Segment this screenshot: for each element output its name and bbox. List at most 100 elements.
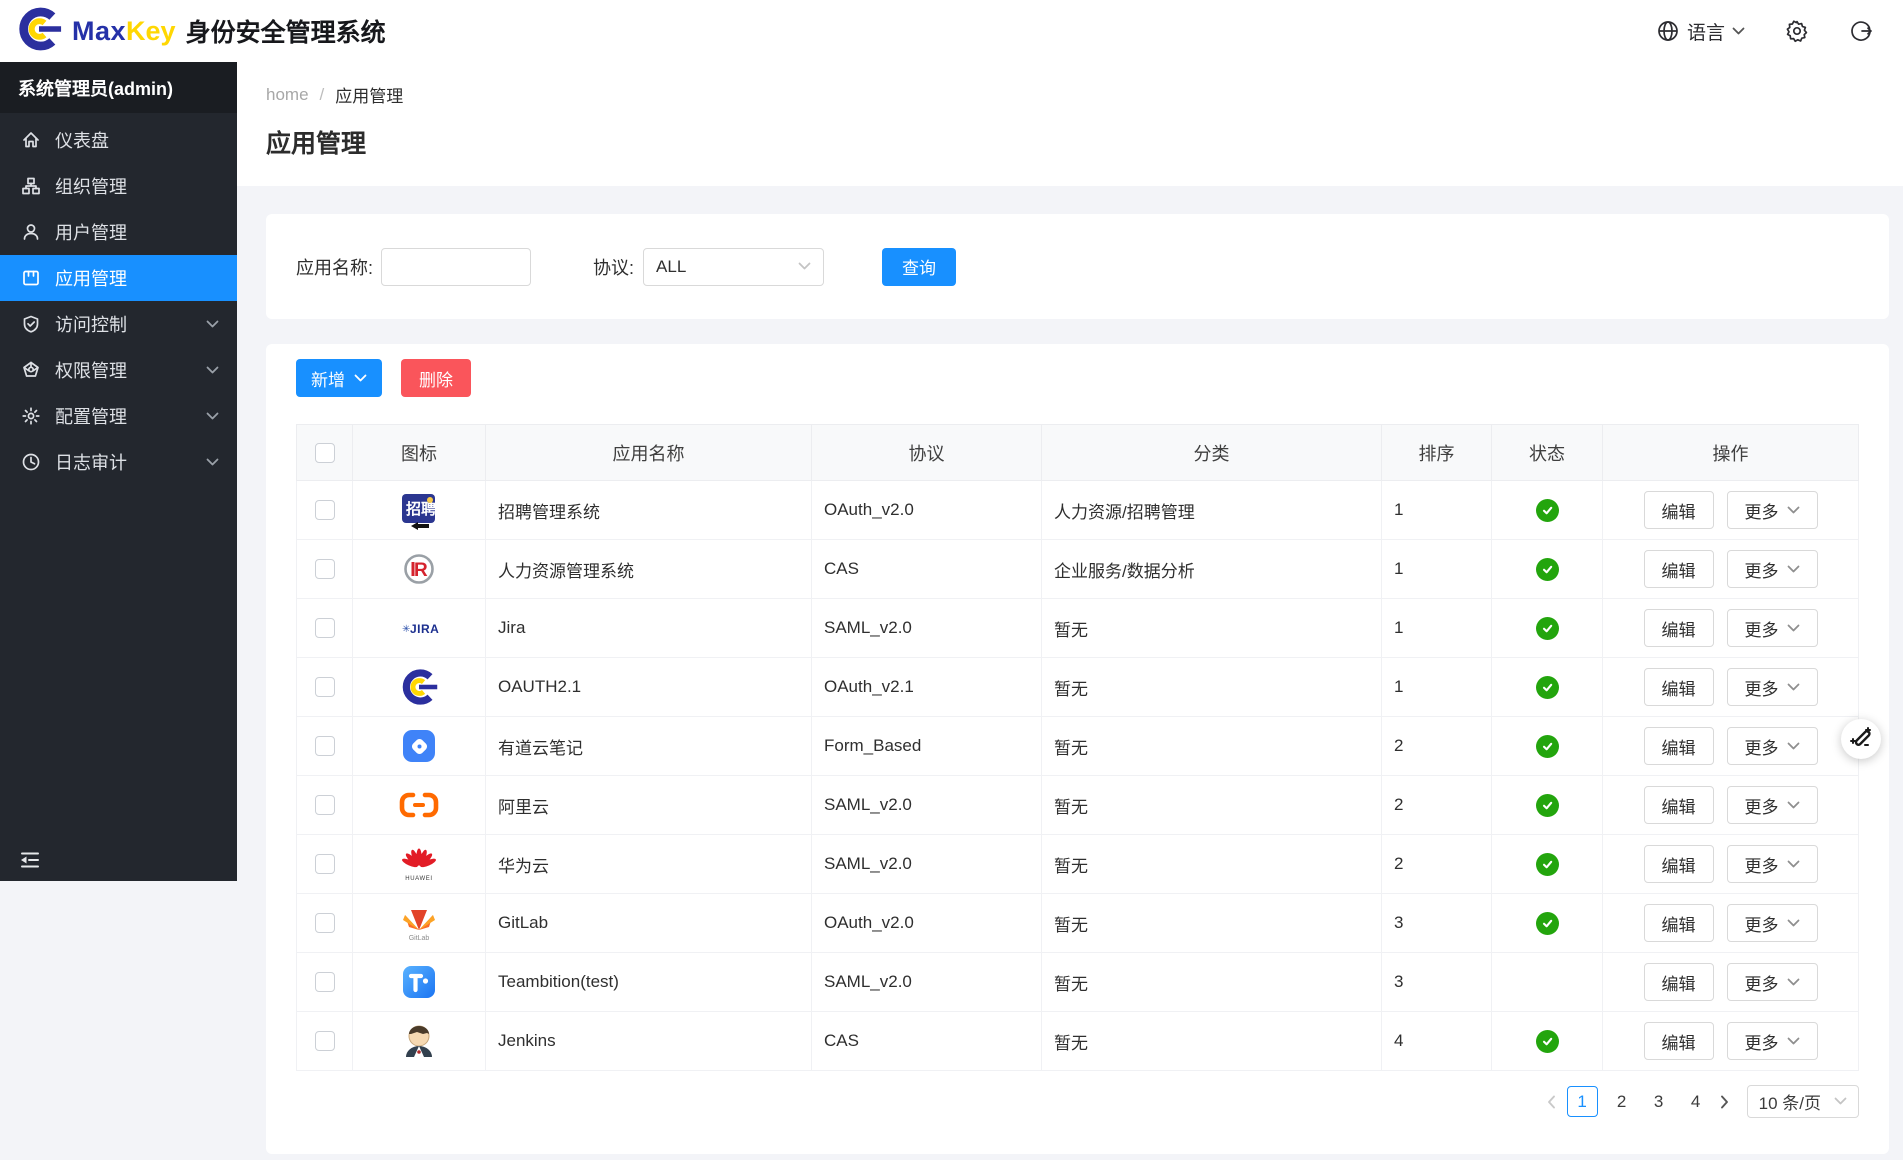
row-checkbox[interactable] [315, 618, 335, 638]
app-name-cell: 人力资源管理系统 [486, 540, 812, 599]
sidebar-item-label: 配置管理 [55, 403, 127, 429]
row-checkbox[interactable] [315, 1031, 335, 1051]
edit-button[interactable]: 编辑 [1644, 609, 1714, 647]
row-checkbox[interactable] [315, 677, 335, 697]
protocol-select[interactable]: ALL [643, 248, 824, 286]
page-2-button[interactable]: 2 [1609, 1092, 1635, 1112]
edit-button[interactable]: 编辑 [1644, 1022, 1714, 1060]
page-1-button[interactable]: 1 [1567, 1086, 1598, 1117]
protocol-cell: OAuth_v2.1 [812, 658, 1042, 717]
row-checkbox[interactable] [315, 972, 335, 992]
status-enabled-icon [1536, 558, 1559, 581]
more-button[interactable]: 更多 [1727, 668, 1818, 706]
settings-gear-icon[interactable] [1785, 19, 1809, 43]
row-checkbox[interactable] [315, 854, 335, 874]
more-button-label: 更多 [1745, 793, 1779, 818]
sidebar-item-label: 权限管理 [55, 357, 127, 383]
language-menu[interactable]: 语言 [1656, 18, 1745, 45]
dashboard-icon [21, 130, 41, 150]
page-size-value: 10 条/页 [1759, 1089, 1821, 1114]
search-button[interactable]: 查询 [882, 248, 956, 286]
next-page-icon[interactable] [1720, 1095, 1729, 1109]
sidebar-item-label: 用户管理 [55, 219, 127, 245]
edit-button[interactable]: 编辑 [1644, 727, 1714, 765]
row-checkbox[interactable] [315, 559, 335, 579]
app-name-cell: Teambition(test) [486, 953, 812, 1012]
huawei-cloud-icon: HUAWEI [399, 844, 439, 884]
column-header-actions: 操作 [1603, 425, 1859, 481]
aliyun-icon [399, 785, 439, 825]
edit-button[interactable]: 编辑 [1644, 904, 1714, 942]
more-button-label: 更多 [1745, 675, 1779, 700]
sidebar-item-7[interactable]: 配置管理 [0, 393, 237, 439]
sidebar-item-8[interactable]: 日志审计 [0, 439, 237, 485]
maxkey-logo-icon [16, 6, 62, 57]
more-button[interactable]: 更多 [1727, 550, 1818, 588]
table-row: 有道云笔记 Form_Based 暂无 2 编辑 更多 [297, 717, 1859, 776]
app-name-input[interactable] [381, 248, 531, 286]
protocol-cell: SAML_v2.0 [812, 953, 1042, 1012]
add-button[interactable]: 新增 [296, 359, 382, 397]
collapse-sidebar-icon[interactable] [19, 851, 41, 874]
category-cell: 暂无 [1042, 1012, 1382, 1071]
table-row: 招聘 招聘管理系统 OAuth_v2.0 人力资源/招聘管理 1 编辑 更多 [297, 481, 1859, 540]
sort-cell: 2 [1382, 776, 1492, 835]
chevron-down-icon [1787, 860, 1800, 869]
more-button[interactable]: 更多 [1727, 609, 1818, 647]
breadcrumb-home[interactable]: home [266, 85, 309, 105]
sidebar-item-5[interactable]: 访问控制 [0, 301, 237, 347]
more-button[interactable]: 更多 [1727, 727, 1818, 765]
previous-page-icon[interactable] [1547, 1095, 1556, 1109]
page-size-select[interactable]: 10 条/页 [1747, 1085, 1859, 1118]
sidebar-item-1[interactable]: 仪表盘 [0, 117, 237, 163]
edit-button[interactable]: 编辑 [1644, 668, 1714, 706]
column-header-status: 状态 [1492, 425, 1603, 481]
status-enabled-icon [1536, 853, 1559, 876]
status-enabled-icon [1536, 617, 1559, 640]
sidebar-item-4[interactable]: 应用管理 [0, 255, 237, 301]
page-3-button[interactable]: 3 [1646, 1092, 1672, 1112]
applications-table: 图标 应用名称 协议 分类 排序 状态 操作 招聘 招聘管理系统 OAuth_v… [296, 424, 1859, 1071]
edit-button[interactable]: 编辑 [1644, 963, 1714, 1001]
config-icon [21, 406, 41, 426]
sidebar-item-6[interactable]: 权限管理 [0, 347, 237, 393]
brand-max: Max [72, 16, 126, 47]
logout-icon[interactable] [1849, 19, 1873, 43]
protocol-cell: SAML_v2.0 [812, 835, 1042, 894]
chevron-down-icon [1787, 565, 1800, 574]
more-button[interactable]: 更多 [1727, 845, 1818, 883]
more-button[interactable]: 更多 [1727, 1022, 1818, 1060]
hr-app-icon: R [399, 549, 439, 589]
select-all-checkbox[interactable] [315, 443, 335, 463]
theme-wand-button[interactable] [1841, 719, 1881, 759]
edit-button[interactable]: 编辑 [1644, 845, 1714, 883]
row-checkbox[interactable] [315, 795, 335, 815]
table-header-row: 图标 应用名称 协议 分类 排序 状态 操作 [297, 425, 1859, 481]
edit-button[interactable]: 编辑 [1644, 786, 1714, 824]
page-4-button[interactable]: 4 [1683, 1092, 1709, 1112]
sort-cell: 2 [1382, 717, 1492, 776]
more-button[interactable]: 更多 [1727, 786, 1818, 824]
row-checkbox[interactable] [315, 913, 335, 933]
category-cell: 暂无 [1042, 835, 1382, 894]
chevron-down-icon [354, 374, 367, 383]
protocol-cell: OAuth_v2.0 [812, 481, 1042, 540]
sort-cell: 3 [1382, 894, 1492, 953]
brand: Max Key 身份安全管理系统 [16, 6, 386, 57]
more-button[interactable]: 更多 [1727, 491, 1818, 529]
delete-button[interactable]: 删除 [401, 359, 471, 397]
row-checkbox[interactable] [315, 736, 335, 756]
status-enabled-icon [1536, 912, 1559, 935]
sidebar: 系统管理员(admin) 仪表盘 组织管理 用户管理 应用管理 访问控制 权限管… [0, 62, 237, 881]
more-button[interactable]: 更多 [1727, 963, 1818, 1001]
edit-button[interactable]: 编辑 [1644, 550, 1714, 588]
chevron-down-icon [1787, 978, 1800, 987]
edit-button[interactable]: 编辑 [1644, 491, 1714, 529]
filter-card: 应用名称: 协议: ALL 查询 [266, 214, 1889, 319]
more-button[interactable]: 更多 [1727, 904, 1818, 942]
protocol-label: 协议: [593, 254, 634, 280]
category-cell: 暂无 [1042, 894, 1382, 953]
sidebar-item-3[interactable]: 用户管理 [0, 209, 237, 255]
sidebar-item-2[interactable]: 组织管理 [0, 163, 237, 209]
row-checkbox[interactable] [315, 500, 335, 520]
